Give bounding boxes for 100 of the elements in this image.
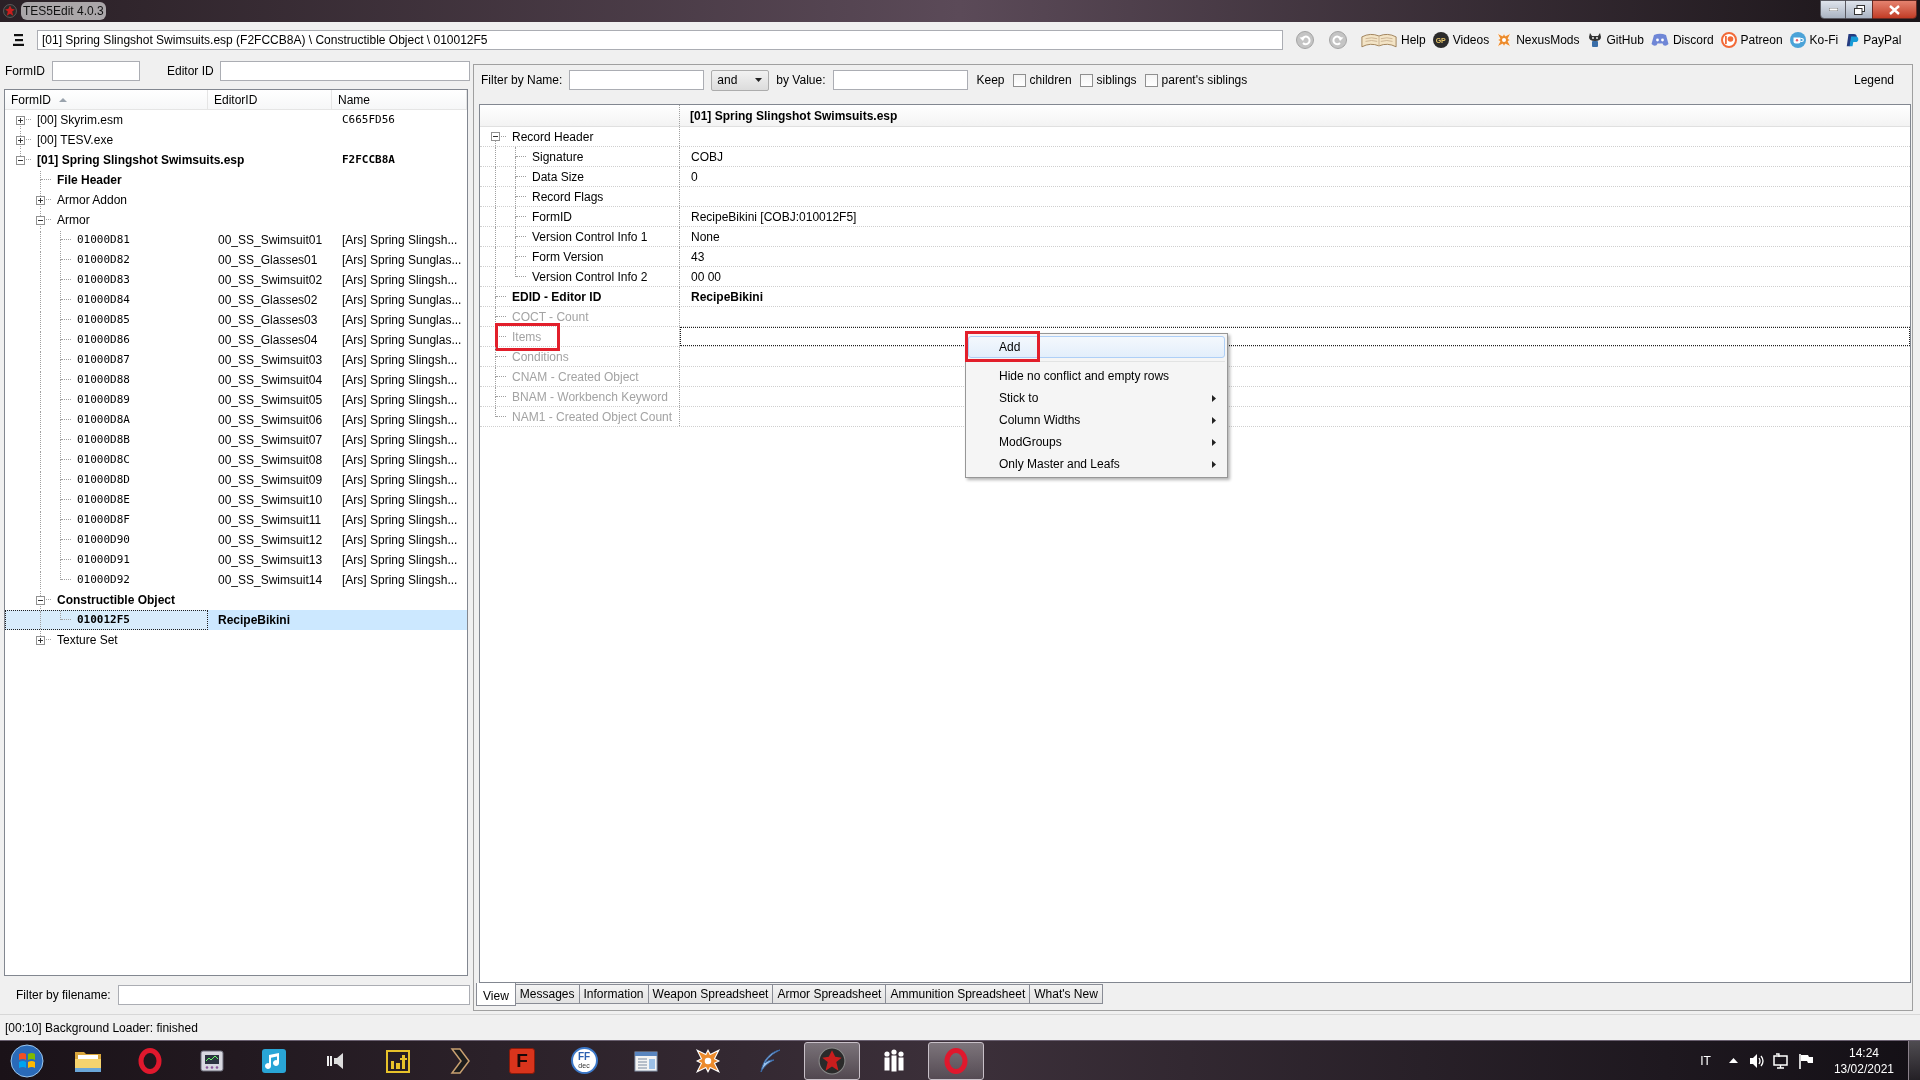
tab[interactable]: Armor Spreadsheet bbox=[772, 984, 887, 1004]
record-row[interactable]: Record Header bbox=[480, 127, 1910, 147]
tree-row[interactable]: Armor Addon bbox=[5, 190, 467, 210]
tab[interactable]: Information bbox=[578, 984, 649, 1004]
minus-box-icon[interactable] bbox=[36, 216, 45, 225]
tree-row[interactable]: 01000D84 00_SS_Glasses02 [Ars] Spring Sunglas... bbox=[5, 290, 467, 310]
minimize-button[interactable] bbox=[1820, 0, 1846, 19]
checkbox[interactable] bbox=[1079, 73, 1093, 87]
minus-box-icon[interactable] bbox=[36, 596, 45, 605]
plus-box-icon[interactable] bbox=[16, 136, 25, 145]
tab[interactable]: Ammunition Spreadsheet bbox=[885, 984, 1031, 1004]
tree-row[interactable]: 01000D89 00_SS_Swimsuit05 [Ars] Spring Slingsh... bbox=[5, 390, 467, 410]
clock[interactable]: 14:24 13/02/2021 bbox=[1833, 1044, 1894, 1077]
operator-dropdown[interactable]: and bbox=[711, 69, 770, 91]
tab[interactable]: Weapon Spreadsheet bbox=[647, 984, 774, 1004]
editor-id-field[interactable] bbox=[219, 61, 470, 81]
name-text: [Ars] Spring Sunglas... bbox=[342, 332, 462, 349]
taskbar-button[interactable] bbox=[804, 1041, 860, 1080]
menu-icon[interactable] bbox=[13, 34, 25, 46]
tree-row[interactable]: 01000D90 00_SS_Swimsuit12 [Ars] Spring Slingsh... bbox=[5, 530, 467, 550]
checkbox[interactable] bbox=[1144, 73, 1158, 87]
record-row[interactable]: Record Flags bbox=[480, 187, 1910, 207]
record-row[interactable]: Signature COBJ bbox=[480, 147, 1910, 167]
tree-node-label: Armor bbox=[57, 212, 90, 229]
tree-row[interactable]: 01000D82 00_SS_Glasses01 [Ars] Spring Sunglas... bbox=[5, 250, 467, 270]
minus-box-icon[interactable] bbox=[16, 156, 25, 165]
tree-row[interactable]: 01000D91 00_SS_Swimsuit13 [Ars] Spring Slingsh... bbox=[5, 550, 467, 570]
device-icon bbox=[199, 1047, 225, 1074]
tree-row[interactable]: Armor bbox=[5, 210, 467, 230]
tree-row[interactable]: Texture Set bbox=[5, 630, 467, 650]
flag-icon[interactable] bbox=[1797, 1052, 1814, 1069]
tree-row[interactable]: 01000D86 00_SS_Glasses04 [Ars] Spring Sunglas... bbox=[5, 330, 467, 350]
toolbar-link[interactable]: Help bbox=[1361, 31, 1426, 49]
tree-row[interactable]: 01000D8C 00_SS_Swimsuit08 [Ars] Spring Slingsh... bbox=[5, 450, 467, 470]
caret-up-icon[interactable] bbox=[1728, 1058, 1738, 1063]
tree-node-label: 01000D8D bbox=[77, 471, 130, 488]
tree-row[interactable]: [01] Spring Slingshot Swimsuits.esp F2FCCB8A bbox=[5, 150, 467, 170]
toolbar-link[interactable]: Patreon bbox=[1720, 31, 1783, 49]
tree-row[interactable]: 010012F5 RecipeBikini bbox=[5, 610, 467, 630]
name-text: [Ars] Spring Sunglas... bbox=[342, 292, 462, 309]
record-row[interactable]: Version Control Info 2 00 00 bbox=[480, 267, 1910, 287]
value-filter-field[interactable] bbox=[832, 70, 968, 90]
orb-icon bbox=[10, 1043, 44, 1078]
tree-row[interactable]: 01000D81 00_SS_Swimsuit01 [Ars] Spring Slingsh... bbox=[5, 230, 467, 250]
name-filter-field[interactable] bbox=[569, 70, 705, 90]
tree-row[interactable]: [00] TESV.exe bbox=[5, 130, 467, 150]
record-row[interactable]: Version Control Info 1 None bbox=[480, 227, 1910, 247]
menu-item[interactable]: ModGroups bbox=[968, 431, 1225, 453]
toolbar-link[interactable]: GitHub bbox=[1586, 31, 1644, 49]
tab[interactable]: View bbox=[476, 983, 516, 1006]
maximize-button[interactable] bbox=[1846, 0, 1872, 19]
plus-box-icon[interactable] bbox=[36, 636, 45, 645]
checkbox[interactable] bbox=[1012, 73, 1026, 87]
tab[interactable]: Messages bbox=[514, 984, 580, 1004]
plus-box-icon[interactable] bbox=[16, 116, 25, 125]
tree-row[interactable]: 01000D85 00_SS_Glasses03 [Ars] Spring Sunglas... bbox=[5, 310, 467, 330]
record-row[interactable]: Form Version 43 bbox=[480, 247, 1910, 267]
menu-item[interactable]: Hide no conflict and empty rows bbox=[968, 365, 1225, 387]
tree-row[interactable]: 01000D8E 00_SS_Swimsuit10 [Ars] Spring Slingsh... bbox=[5, 490, 467, 510]
taskbar-button[interactable]: F bbox=[494, 1041, 550, 1080]
filename-filter-field[interactable] bbox=[117, 985, 470, 1005]
plus-box-icon[interactable] bbox=[36, 196, 45, 205]
show-desktop-button[interactable] bbox=[1908, 1040, 1920, 1080]
tab[interactable]: What's New bbox=[1029, 984, 1103, 1004]
tree-row[interactable]: 01000D92 00_SS_Swimsuit14 [Ars] Spring Slingsh... bbox=[5, 570, 467, 590]
column-header[interactable]: Name bbox=[332, 90, 467, 109]
p-logo-icon bbox=[1845, 32, 1860, 48]
volume-icon[interactable] bbox=[1748, 1052, 1765, 1069]
network-icon[interactable] bbox=[1772, 1052, 1789, 1069]
tree-row[interactable]: 01000D8F 00_SS_Swimsuit11 [Ars] Spring Slingsh... bbox=[5, 510, 467, 530]
toolbar-link[interactable]: NexusMods bbox=[1496, 31, 1580, 49]
record-row[interactable]: EDID - Editor ID RecipeBikini bbox=[480, 287, 1910, 307]
tree-row[interactable]: 01000D88 00_SS_Swimsuit04 [Ars] Spring Slingsh... bbox=[5, 370, 467, 390]
record-row[interactable]: Data Size 0 bbox=[480, 167, 1910, 187]
minus-box-icon[interactable] bbox=[491, 132, 500, 141]
taskbar-button[interactable] bbox=[928, 1041, 984, 1080]
tree-row[interactable]: File Header bbox=[5, 170, 467, 190]
close-button[interactable] bbox=[1872, 0, 1917, 19]
record-row[interactable]: FormID RecipeBikini [COBJ:010012F5] bbox=[480, 207, 1910, 227]
field-label: Record Flags bbox=[532, 189, 604, 204]
tree-row[interactable]: Constructible Object bbox=[5, 590, 467, 610]
column-header[interactable]: EditorID bbox=[208, 90, 332, 109]
menu-item[interactable]: Only Master and Leafs bbox=[968, 453, 1225, 475]
tree-row[interactable]: 01000D87 00_SS_Swimsuit03 [Ars] Spring Slingsh... bbox=[5, 350, 467, 370]
tree-row[interactable]: 01000D8A 00_SS_Swimsuit06 [Ars] Spring Slingsh... bbox=[5, 410, 467, 430]
tree-row[interactable]: [00] Skyrim.esm C665FD56 bbox=[5, 110, 467, 130]
form-id-field[interactable] bbox=[52, 61, 140, 81]
tree-row[interactable]: 01000D83 00_SS_Swimsuit02 [Ars] Spring Slingsh... bbox=[5, 270, 467, 290]
toolbar-link[interactable]: Discord bbox=[1650, 31, 1714, 49]
menu-item[interactable]: Column Widths bbox=[968, 409, 1225, 431]
name-text: C665FD56 bbox=[342, 111, 395, 128]
legend-button[interactable]: Legend bbox=[1853, 71, 1894, 89]
menu-item[interactable]: Stick to bbox=[968, 387, 1225, 409]
path-field[interactable]: [01] Spring Slingshot Swimsuits.esp (F2FCCB8A) \ Constructible Object \ 010012F5 bbox=[37, 30, 1283, 50]
toolbar-link[interactable]: PayPal bbox=[1845, 31, 1902, 49]
tree-row[interactable]: 01000D8B 00_SS_Swimsuit07 [Ars] Spring Slingsh... bbox=[5, 430, 467, 450]
column-header[interactable]: FormID bbox=[5, 90, 208, 109]
toolbar-link[interactable]: Ko-Fi bbox=[1789, 31, 1839, 49]
language-indicator[interactable]: IT bbox=[1700, 1051, 1711, 1070]
tree-row[interactable]: 01000D8D 00_SS_Swimsuit09 [Ars] Spring Slingsh... bbox=[5, 470, 467, 490]
